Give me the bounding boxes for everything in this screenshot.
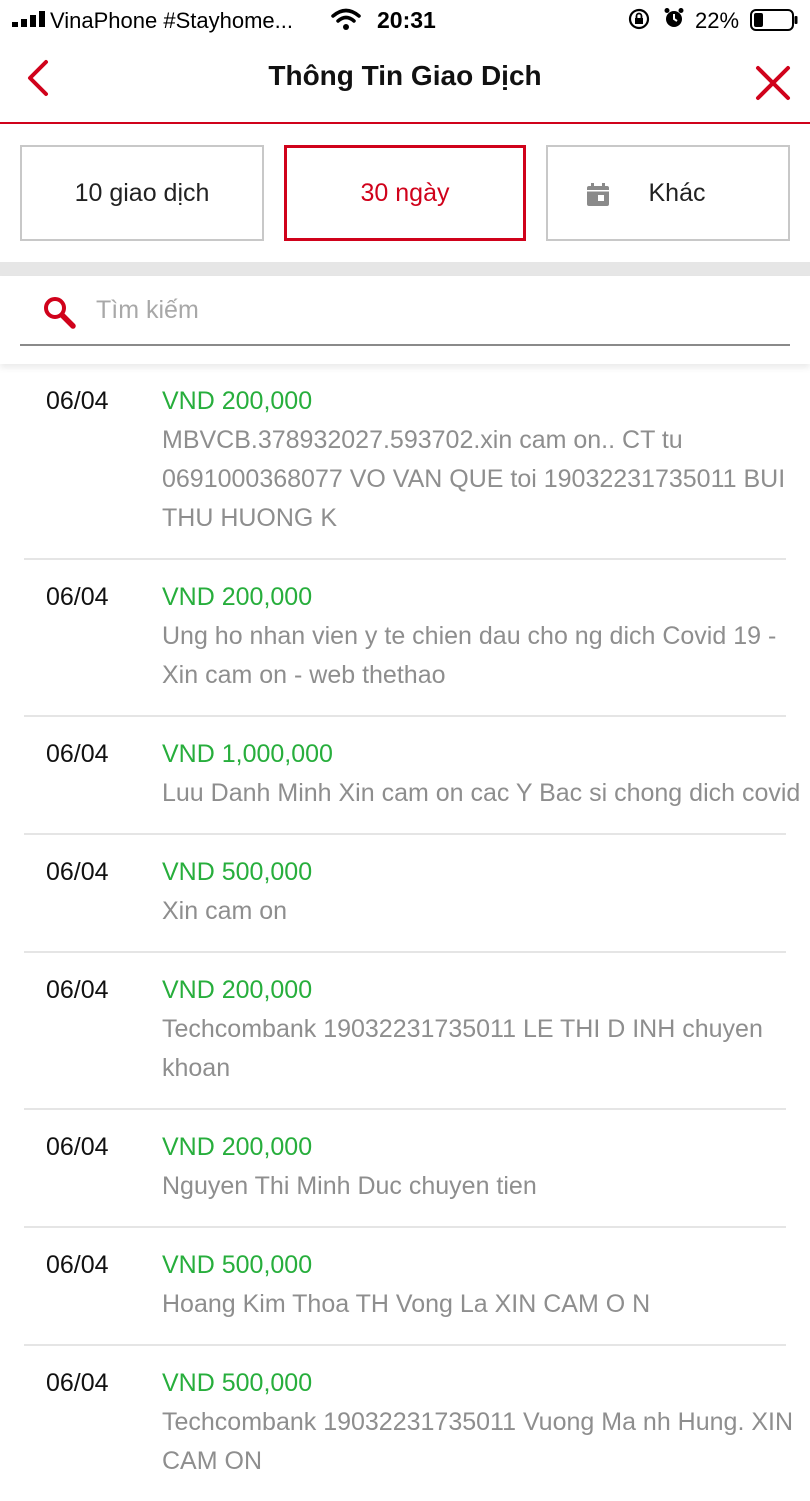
transaction-description: Techcombank 19032231735011 LE THI D INH …	[162, 1015, 763, 1082]
transaction-description: Ung ho nhan vien y te chien dau cho ng d…	[162, 622, 777, 689]
transaction-date: 06/04	[46, 1251, 109, 1279]
transaction-row[interactable]: 06/04 VND 500,000 Xin cam on	[24, 835, 786, 953]
rotation-lock-icon	[628, 8, 650, 30]
status-bar: VinaPhone #Stayhome... 20:31 22%	[0, 0, 810, 40]
transaction-description: Luu Danh Minh Xin cam on cac Y Bac si ch…	[162, 779, 801, 807]
transaction-row[interactable]: 06/04 VND 200,000 Ung ho nhan vien y te …	[24, 560, 786, 717]
close-icon	[756, 66, 790, 100]
navigation-bar: Thông Tin Giao Dịch	[0, 40, 810, 124]
signal-icon	[12, 11, 45, 27]
battery-icon	[750, 9, 798, 31]
search-underline	[20, 344, 790, 346]
transaction-description: Techcombank 19032231735011 Vuong Ma nh H…	[162, 1408, 794, 1475]
tab-other[interactable]: Khác	[546, 145, 790, 241]
section-separator	[0, 262, 810, 276]
transaction-row[interactable]: 06/04 VND 500,000 Hoang Kim Thoa TH Vong…	[24, 1228, 786, 1346]
transaction-date: 06/04	[46, 1369, 109, 1397]
transaction-date: 06/04	[46, 387, 109, 415]
transaction-date: 06/04	[46, 1133, 109, 1161]
transaction-description: Nguyen Thi Minh Duc chuyen tien	[162, 1172, 537, 1200]
transaction-date: 06/04	[46, 858, 109, 886]
transaction-description: Xin cam on	[162, 897, 288, 925]
transaction-amount: VND 200,000	[162, 583, 313, 611]
carrier-name: VinaPhone #Stayhome...	[50, 8, 293, 33]
transaction-row[interactable]: 06/04 VND 200,000 MBVCB.378932027.593702…	[24, 364, 786, 560]
transaction-row[interactable]: 06/04 VND 200,000 Techcombank 1903223173…	[24, 953, 786, 1110]
tab-label: Khác	[648, 178, 706, 207]
tab-10-transactions[interactable]: 10 giao dịch	[20, 145, 264, 241]
battery-percentage: 22%	[695, 8, 740, 33]
alarm-icon	[664, 8, 684, 27]
search-bar	[0, 276, 810, 364]
transaction-amount: VND 200,000	[162, 976, 313, 1004]
transaction-date: 06/04	[46, 583, 109, 611]
transaction-row[interactable]: 06/04 VND 200,000 Nguyen Thi Minh Duc ch…	[24, 1110, 786, 1228]
wifi-icon	[331, 8, 361, 30]
search-input[interactable]	[96, 290, 696, 330]
filter-tabs: 10 giao dịch 30 ngày Khác	[0, 124, 810, 262]
search-icon	[44, 297, 76, 329]
transaction-list: 06/04 VND 200,000 MBVCB.378932027.593702…	[0, 364, 810, 1501]
transaction-amount: VND 200,000	[162, 1133, 313, 1161]
transaction-description: MBVCB.378932027.593702.xin cam on.. CT t…	[162, 426, 786, 532]
transaction-date: 06/04	[46, 740, 109, 768]
tab-label: 10 giao dịch	[74, 178, 210, 207]
transaction-amount: VND 500,000	[162, 1251, 313, 1279]
transaction-amount: VND 1,000,000	[162, 740, 333, 768]
transaction-row[interactable]: 06/04 VND 500,000 Techcombank 1903223173…	[24, 1346, 793, 1501]
page-title: Thông Tin Giao Dịch	[268, 60, 542, 91]
tab-30-days[interactable]: 30 ngày	[284, 145, 526, 241]
calendar-icon	[587, 183, 609, 206]
close-button[interactable]	[754, 64, 792, 102]
transaction-row[interactable]: 06/04 VND 1,000,000 Luu Danh Minh Xin ca…	[24, 717, 800, 835]
transaction-date: 06/04	[46, 976, 109, 1004]
tab-label: 30 ngày	[360, 178, 450, 207]
transaction-description: Hoang Kim Thoa TH Vong La XIN CAM O N	[162, 1290, 651, 1318]
status-time: 20:31	[377, 7, 436, 33]
transaction-amount: VND 200,000	[162, 387, 313, 415]
transaction-amount: VND 500,000	[162, 1369, 313, 1397]
transaction-amount: VND 500,000	[162, 858, 313, 886]
